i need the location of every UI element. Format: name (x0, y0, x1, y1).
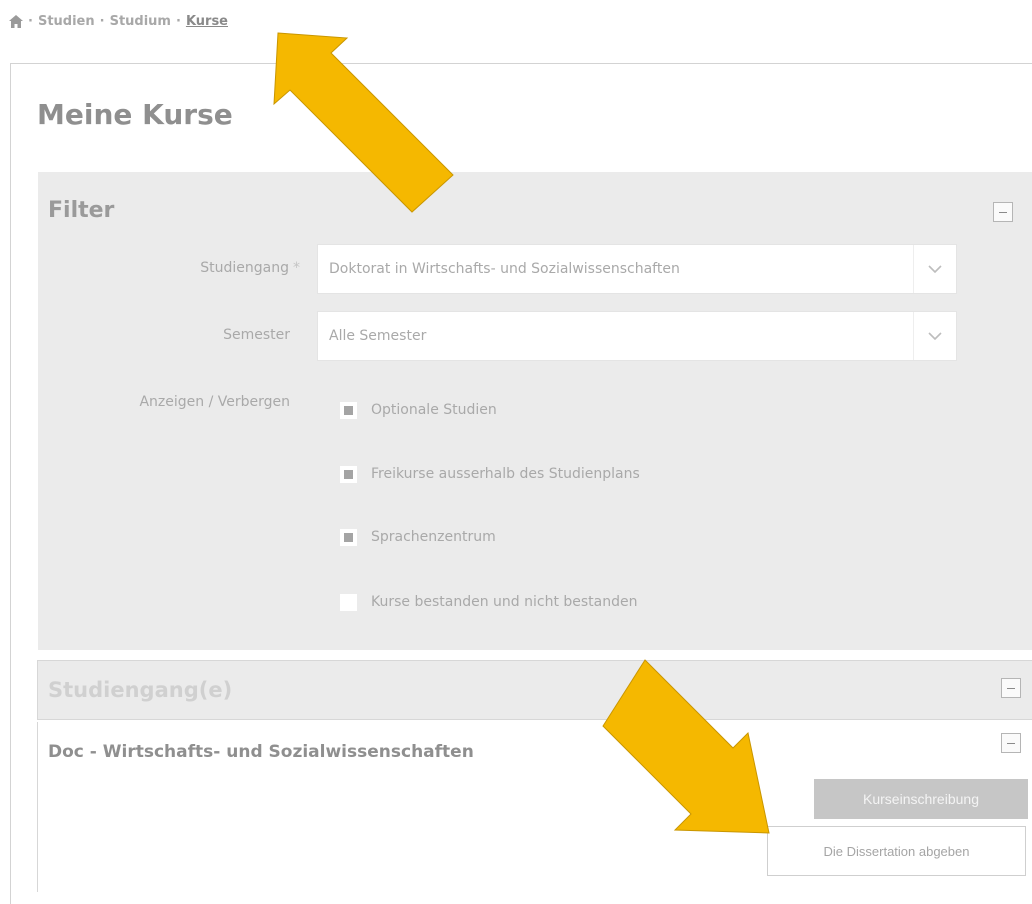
studiengang-select-value: Doktorat in Wirtschafts- und Sozialwisse… (329, 261, 680, 277)
course-collapse-button[interactable] (1001, 733, 1021, 753)
option-label: Sprachenzentrum (371, 529, 496, 545)
breadcrumb: · Studien · Studium · Kurse (9, 10, 228, 32)
home-icon[interactable] (9, 14, 23, 28)
dissertation-abgeben-button[interactable]: Die Dissertation abgeben (767, 826, 1026, 876)
option-optionale-studien[interactable]: Optionale Studien (340, 398, 497, 422)
minus-icon (1007, 742, 1015, 744)
option-label: Optionale Studien (371, 402, 497, 418)
filter-title: Filter (48, 198, 115, 223)
studiengang-select[interactable]: Doktorat in Wirtschafts- und Sozialwisse… (317, 244, 957, 294)
filter-collapse-button[interactable] (993, 202, 1013, 222)
option-label: Freikurse ausserhalb des Studienplans (371, 466, 640, 482)
required-marker: * (293, 260, 300, 276)
studiengang-label-text: Studiengang (200, 260, 289, 276)
option-freikurse[interactable]: Freikurse ausserhalb des Studienplans (340, 462, 640, 486)
option-label: Kurse bestanden und nicht bestanden (371, 594, 638, 610)
course-title: Doc - Wirtschafts- und Sozialwissenschaf… (48, 742, 474, 762)
breadcrumb-studien[interactable]: Studien (38, 14, 95, 29)
checkbox[interactable] (340, 465, 357, 483)
checkbox[interactable] (340, 401, 357, 419)
semester-select[interactable]: Alle Semester (317, 311, 957, 361)
breadcrumb-separator: · (99, 13, 105, 29)
breadcrumb-separator: · (28, 13, 33, 29)
kurseinschreibung-button[interactable]: Kurseinschreibung (814, 779, 1028, 819)
studiengaenge-collapse-button[interactable] (1001, 678, 1021, 698)
breadcrumb-studium[interactable]: Studium (110, 14, 171, 29)
chevron-down-icon[interactable] (913, 245, 956, 293)
studiengang-label: Studiengang * (200, 260, 300, 276)
checkbox[interactable] (340, 593, 357, 611)
minus-icon (1007, 687, 1015, 689)
option-kurse-bestanden[interactable]: Kurse bestanden und nicht bestanden (340, 590, 638, 614)
page-title: Meine Kurse (37, 98, 233, 131)
studiengaenge-title: Studiengang(e) (48, 678, 233, 702)
breadcrumb-kurse[interactable]: Kurse (186, 14, 228, 29)
option-sprachenzentrum[interactable]: Sprachenzentrum (340, 525, 496, 549)
semester-select-value: Alle Semester (329, 328, 427, 344)
checkbox[interactable] (340, 528, 357, 546)
chevron-down-icon[interactable] (913, 312, 956, 360)
breadcrumb-separator: · (175, 13, 181, 29)
show-hide-label: Anzeigen / Verbergen (139, 394, 290, 410)
minus-icon (999, 211, 1007, 213)
semester-label: Semester (223, 327, 290, 343)
